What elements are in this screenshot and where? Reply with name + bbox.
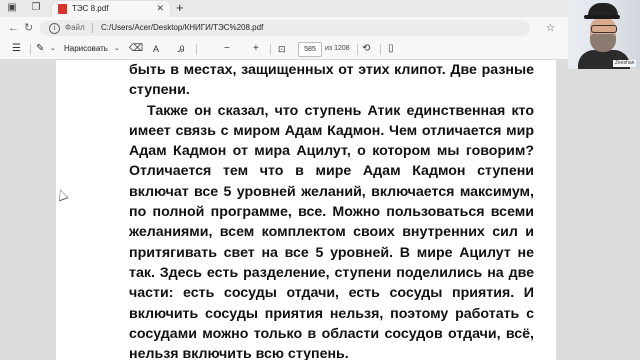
tab-actions-icon[interactable]: ❐ [30, 2, 42, 14]
toolbar-divider [270, 44, 271, 55]
close-tab-icon[interactable]: ✕ [156, 2, 164, 15]
toolbar-divider [30, 44, 31, 55]
presenter-glasses [591, 25, 617, 33]
rotate-icon[interactable]: ⟲ [362, 43, 370, 55]
address-bar[interactable]: i Файл C:/Users/Acer/Desktop/КНИГИ/ТЭС%2… [40, 20, 555, 36]
highlight-icon[interactable]: ✎ [36, 43, 44, 55]
highlight-chevron-icon[interactable]: ⌄ [50, 43, 56, 55]
workspaces-icon[interactable]: ▣ [6, 2, 18, 14]
webcam-name-tag: Zeeshan [613, 60, 637, 67]
pdf-file-icon [58, 4, 67, 14]
page-number-input[interactable]: 585 [298, 42, 322, 57]
webcam-overlay: Zeeshan [568, 0, 640, 69]
address-bar-row: ← ↻ i Файл C:/Users/Acer/Desktop/КНИГИ/Т… [0, 17, 640, 39]
draw-chevron-icon[interactable]: ⌄ [114, 43, 120, 55]
address-url[interactable]: C:/Users/Acer/Desktop/КНИГИ/ТЭС%208.pdf [101, 22, 263, 34]
pdf-page[interactable]: быть в местах, защищенных от этих клипот… [56, 60, 556, 360]
pdf-toolbar: ☰ ✎ ⌄ Нарисовать ⌄ ⌫ A Ꭿ − + ⊡ 585 из 12… [0, 39, 640, 60]
tab-strip: ▣ ❐ ТЭС 8.pdf ✕ + [0, 0, 640, 17]
favorite-icon[interactable]: ☆ [546, 23, 555, 35]
back-icon[interactable]: ← [8, 21, 19, 35]
page-view-icon[interactable]: ▯ [388, 43, 394, 55]
toolbar-divider [380, 44, 381, 55]
table-of-contents-icon[interactable]: ☰ [12, 43, 21, 55]
presenter-cap-brim [584, 15, 620, 19]
zoom-in-icon[interactable]: + [253, 43, 259, 55]
paragraph: Также он сказал, что ступень Атик единст… [129, 102, 534, 360]
toolbar-divider [357, 44, 358, 55]
address-divider [92, 23, 93, 33]
address-scheme-label: Файл [65, 23, 85, 32]
read-aloud-icon[interactable]: Ꭿ [178, 43, 185, 55]
toolbar-divider [196, 44, 197, 55]
tab-title: ТЭС 8.pdf [72, 4, 109, 13]
page-total: из 1208 [325, 45, 350, 52]
draw-button[interactable]: Нарисовать [64, 43, 108, 55]
page-text: быть в местах, защищенных от этих клипот… [129, 60, 534, 360]
zoom-out-icon[interactable]: − [224, 43, 230, 55]
fit-page-icon[interactable]: ⊡ [278, 43, 286, 55]
paragraph: быть в местах, защищенных от этих клипот… [129, 62, 534, 99]
info-icon[interactable]: i [49, 23, 60, 34]
refresh-icon[interactable]: ↻ [24, 21, 33, 35]
tab-pdf-document[interactable]: ТЭС 8.pdf ✕ [52, 1, 170, 17]
new-tab-button[interactable]: + [176, 1, 184, 15]
text-icon[interactable]: A [153, 43, 159, 55]
erase-icon[interactable]: ⌫ [129, 43, 143, 55]
